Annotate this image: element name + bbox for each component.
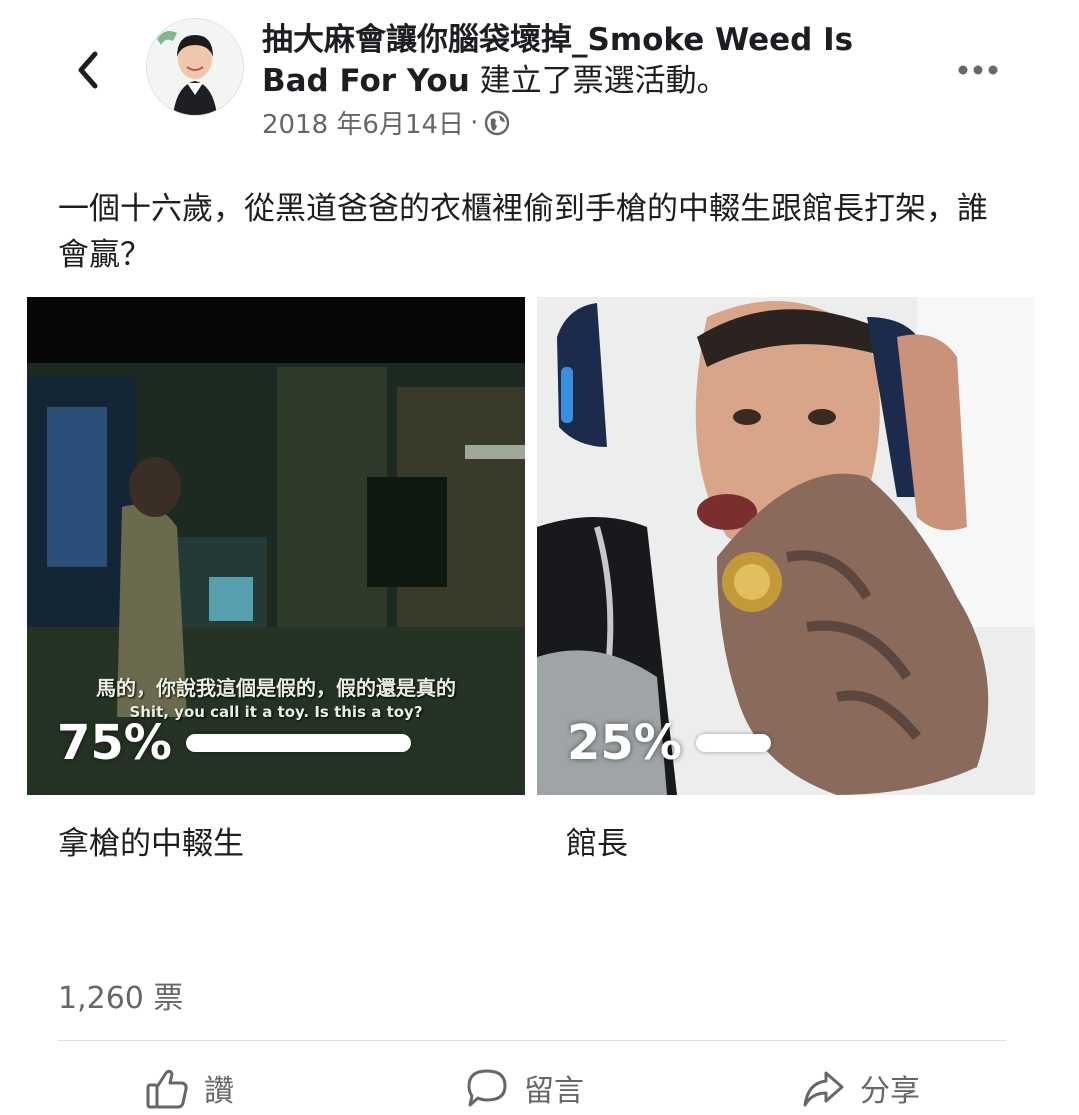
option-1-bar [185, 734, 411, 752]
option-2-percent: 25% [567, 715, 682, 771]
more-horizontal-icon [958, 65, 998, 75]
option-2-bar-track [695, 734, 996, 752]
meta-separator: · [470, 107, 479, 138]
like-button[interactable]: 讚 [144, 1062, 234, 1114]
post-title-line: 抽大麻會讓你腦袋壞掉_Smoke Weed Is Bad For You 建立了… [262, 20, 902, 102]
option-1-bar-track [185, 734, 486, 752]
comment-button[interactable]: 留言 [464, 1062, 584, 1114]
option-2-result: 25% [537, 715, 1035, 771]
poll-question: 一個十六歲，從黑道爸爸的衣櫃裡偷到手槍的中輟生跟館長打架，誰會贏？ [58, 191, 988, 273]
post-meta: 2018 年6月14日 · [262, 104, 902, 141]
poll-option-2[interactable]: 25% [537, 297, 1035, 795]
thumbs-up-icon [146, 1069, 188, 1109]
post-action-text: 建立了票選活動。 [469, 63, 728, 99]
like-label: 讚 [204, 1074, 234, 1109]
page-avatar[interactable] [146, 18, 244, 116]
poll-option-1[interactable]: 馬的，你說我這個是假的，假的還是真的 Shit, you call it a t… [27, 297, 525, 795]
option-1-subtitle-zh: 馬的，你說我這個是假的，假的還是真的 [96, 676, 456, 700]
back-button[interactable] [66, 44, 110, 96]
comment-label: 留言 [524, 1074, 584, 1109]
option-1-percent: 75% [57, 715, 172, 771]
action-divider [58, 1040, 1006, 1041]
poll-option-2-label[interactable]: 館長 [566, 818, 628, 863]
vote-count[interactable]: 1,260 票 [58, 973, 183, 1017]
poll-option-1-label[interactable]: 拿槍的中輟生 [58, 818, 244, 863]
chevron-left-icon [78, 51, 98, 89]
option-2-bar [695, 734, 771, 752]
post-date[interactable]: 2018 年6月14日 [262, 104, 464, 141]
globe-icon [485, 110, 510, 135]
share-button[interactable]: 分享 [800, 1062, 920, 1114]
post-header: 抽大麻會讓你腦袋壞掉_Smoke Weed Is Bad For You 建立了… [262, 20, 902, 141]
comment-icon [467, 1069, 507, 1107]
option-1-result: 75% [27, 715, 525, 771]
share-icon [803, 1071, 844, 1107]
share-label: 分享 [860, 1074, 920, 1109]
more-options-button[interactable] [948, 50, 1008, 90]
